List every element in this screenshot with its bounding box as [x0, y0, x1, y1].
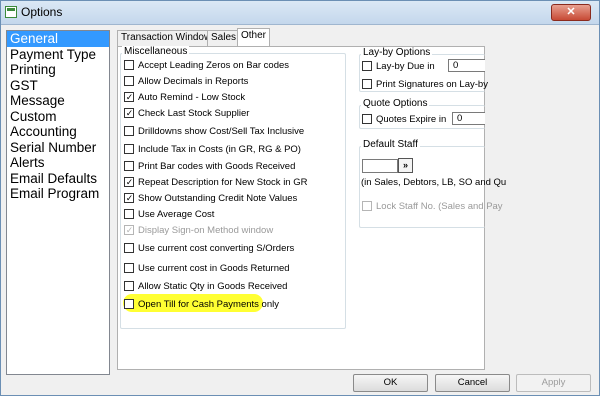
- nav-item-message[interactable]: Message: [7, 93, 109, 109]
- option-display-sign-on: Display Sign-on Method window: [124, 224, 273, 236]
- option-check-last-supplier[interactable]: Check Last Stock Supplier: [124, 107, 249, 119]
- checkbox[interactable]: [362, 61, 372, 71]
- category-list[interactable]: General Payment Type Printing GST Messag…: [6, 30, 110, 375]
- staff-title: Default Staff: [361, 139, 420, 150]
- tab-transaction-windows[interactable]: Transaction Windows: [117, 30, 221, 46]
- nav-item-email-program[interactable]: Email Program: [7, 186, 109, 202]
- option-label: Print Bar codes with Goods Received: [138, 160, 296, 172]
- checkbox-checked-disabled: [124, 225, 134, 235]
- option-drilldowns[interactable]: Drilldowns show Cost/Sell Tax Inclusive: [124, 125, 304, 137]
- option-label: Drilldowns show Cost/Sell Tax Inclusive: [138, 125, 305, 137]
- option-include-tax[interactable]: Include Tax in Costs (in GR, RG & PO): [124, 143, 301, 155]
- option-print-barcodes[interactable]: Print Bar codes with Goods Received: [124, 160, 295, 172]
- quote-days-input[interactable]: 0: [452, 112, 485, 125]
- staff-number-input[interactable]: [362, 159, 398, 173]
- option-label: Repeat Description for New Stock in GR: [138, 176, 308, 188]
- nav-item-alerts[interactable]: Alerts: [7, 155, 109, 171]
- option-layby-due[interactable]: Lay-by Due in: [362, 60, 435, 72]
- staff-note: (in Sales, Debtors, LB, SO and Qu: [361, 177, 507, 188]
- nav-item-printing[interactable]: Printing: [7, 62, 109, 78]
- nav-item-gst[interactable]: GST: [7, 78, 109, 94]
- window-title: Options: [21, 5, 63, 19]
- option-label: Allow Static Qty in Goods Received: [138, 280, 288, 292]
- cancel-button[interactable]: Cancel: [435, 374, 510, 392]
- option-label: Include Tax in Costs (in GR, RG & PO): [138, 143, 301, 155]
- option-repeat-description[interactable]: Repeat Description for New Stock in GR: [124, 176, 307, 188]
- checkbox[interactable]: [124, 144, 134, 154]
- option-auto-remind[interactable]: Auto Remind - Low Stock: [124, 91, 245, 103]
- checkbox-checked[interactable]: [124, 108, 134, 118]
- miscellaneous-title: Miscellaneous: [122, 46, 190, 57]
- app-icon: [5, 6, 17, 18]
- layby-days-input[interactable]: 0: [448, 59, 485, 72]
- option-allow-decimals[interactable]: Allow Decimals in Reports: [124, 75, 248, 87]
- option-current-cost-returned[interactable]: Use current cost in Goods Returned: [124, 262, 290, 274]
- checkbox[interactable]: [124, 126, 134, 136]
- option-label: Lay-by Due in: [376, 60, 435, 72]
- option-label: Print Signatures on Lay-by: [376, 78, 488, 90]
- checkbox-disabled: [362, 201, 372, 211]
- checkbox-checked[interactable]: [124, 177, 134, 187]
- tab-other[interactable]: Other: [237, 28, 271, 46]
- layby-title: Lay-by Options: [361, 47, 433, 58]
- nav-item-payment-type[interactable]: Payment Type: [7, 47, 109, 63]
- checkbox[interactable]: [124, 299, 134, 309]
- option-label: Lock Staff No. (Sales and Pay: [376, 200, 503, 212]
- option-label: Quotes Expire in: [376, 113, 447, 125]
- options-window: Options ✕ General Payment Type Printing …: [0, 0, 600, 396]
- nav-item-custom[interactable]: Custom: [7, 109, 109, 125]
- option-label: Use current cost in Goods Returned: [138, 262, 290, 274]
- quote-title: Quote Options: [361, 98, 430, 109]
- nav-item-general[interactable]: General: [7, 31, 109, 47]
- option-label: Display Sign-on Method window: [138, 224, 274, 236]
- ok-button[interactable]: OK: [353, 374, 428, 392]
- option-print-signatures[interactable]: Print Signatures on Lay-by: [362, 78, 488, 90]
- checkbox[interactable]: [362, 79, 372, 89]
- option-label: Allow Decimals in Reports: [138, 75, 249, 87]
- checkbox[interactable]: [124, 60, 134, 70]
- nav-item-serial-number[interactable]: Serial Number: [7, 140, 109, 156]
- option-label: Accept Leading Zeros on Bar codes: [138, 59, 290, 71]
- option-quotes-expire[interactable]: Quotes Expire in: [362, 113, 446, 125]
- checkbox[interactable]: [362, 114, 372, 124]
- checkbox-checked[interactable]: [124, 92, 134, 102]
- checkbox[interactable]: [124, 281, 134, 291]
- checkbox[interactable]: [124, 263, 134, 273]
- nav-item-email-defaults[interactable]: Email Defaults: [7, 171, 109, 187]
- option-label: Show Outstanding Credit Note Values: [138, 192, 298, 204]
- checkbox[interactable]: [124, 243, 134, 253]
- nav-item-accounting[interactable]: Accounting: [7, 124, 109, 140]
- tab-sales[interactable]: Sales: [207, 30, 241, 46]
- option-label: Open Till for Cash Payments only: [138, 298, 279, 310]
- close-button[interactable]: ✕: [551, 4, 591, 21]
- option-current-cost-sorders[interactable]: Use current cost converting S/Orders: [124, 242, 294, 254]
- option-accept-leading-zeros[interactable]: Accept Leading Zeros on Bar codes: [124, 59, 289, 71]
- option-allow-static-qty[interactable]: Allow Static Qty in Goods Received: [124, 280, 287, 292]
- checkbox[interactable]: [124, 76, 134, 86]
- checkbox-checked[interactable]: [124, 193, 134, 203]
- option-show-outstanding[interactable]: Show Outstanding Credit Note Values: [124, 192, 297, 204]
- option-open-till-cash[interactable]: Open Till for Cash Payments only: [124, 298, 279, 310]
- option-label: Use Average Cost: [138, 208, 215, 220]
- checkbox[interactable]: [124, 209, 134, 219]
- title-bar[interactable]: Options ✕: [1, 1, 599, 25]
- option-label: Use current cost converting S/Orders: [138, 242, 295, 254]
- checkbox[interactable]: [124, 161, 134, 171]
- option-lock-staff: Lock Staff No. (Sales and Pay: [362, 200, 503, 212]
- staff-lookup-button[interactable]: »: [398, 158, 413, 173]
- option-use-average-cost[interactable]: Use Average Cost: [124, 208, 214, 220]
- apply-button[interactable]: Apply: [516, 374, 591, 392]
- option-label: Check Last Stock Supplier: [138, 107, 250, 119]
- option-label: Auto Remind - Low Stock: [138, 91, 246, 103]
